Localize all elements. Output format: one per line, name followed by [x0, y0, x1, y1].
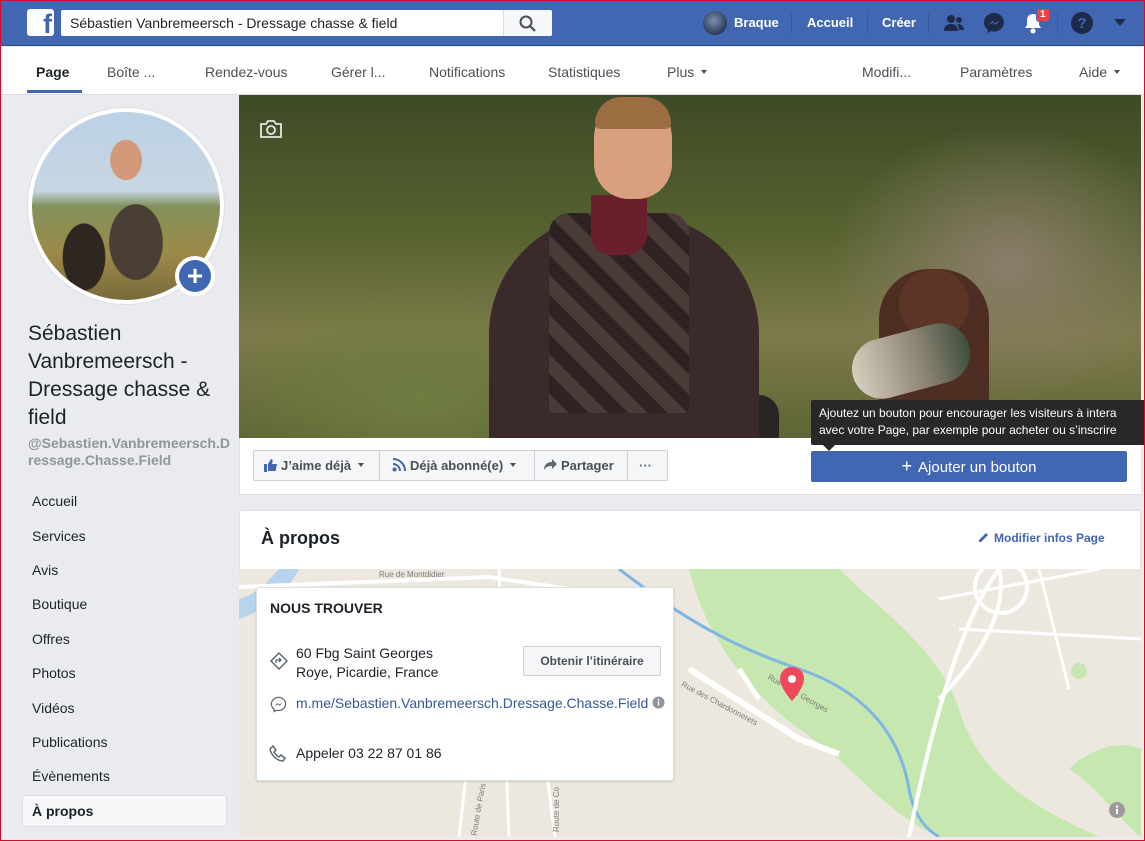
add-button-tooltip: Ajoutez un bouton pour encourager les vi…	[811, 400, 1145, 445]
friend-requests-icon[interactable]	[942, 11, 966, 35]
facebook-logo-icon[interactable]: f	[27, 9, 54, 36]
liked-button[interactable]: J’aime déjà	[264, 451, 365, 480]
create-link[interactable]: Créer	[882, 15, 916, 30]
get-directions-button[interactable]: Obtenir l’itinéraire	[523, 646, 661, 676]
tab-settings[interactable]: Paramètres	[960, 64, 1032, 80]
sidebar-item-reviews[interactable]: Avis	[32, 562, 58, 578]
messenger-link[interactable]: m.me/Sebastien.Vanbremeersch.Dressage.Ch…	[296, 694, 666, 713]
add-button-label: Ajouter un bouton	[918, 459, 1037, 476]
sidebar-item-about[interactable]: À propos	[32, 803, 93, 819]
share-arrow-icon	[544, 459, 557, 470]
search-input[interactable]: Sébastien Vanbremeersch - Dressage chass…	[61, 10, 552, 36]
chevron-down-icon	[510, 463, 517, 467]
map-street-label: Route de Co	[551, 787, 561, 832]
chevron-down-icon	[701, 70, 708, 74]
thumbs-up-icon	[264, 459, 277, 472]
notifications-count-badge: 1	[1036, 8, 1050, 22]
active-tab-indicator	[27, 90, 82, 93]
user-avatar[interactable]	[703, 11, 727, 35]
search-icon	[519, 15, 536, 32]
cover-figure	[591, 195, 647, 255]
phone-icon	[269, 745, 287, 762]
messenger-icon[interactable]	[982, 11, 1006, 35]
tooltip-line: avec votre Page, par exemple pour achete…	[819, 423, 1117, 437]
map-street-label: Rue de Montdidier	[379, 570, 445, 579]
tab-edit-page[interactable]: Modifi...	[862, 64, 911, 80]
sidebar-item-accueil[interactable]: Accueil	[32, 493, 77, 509]
map-info-icon[interactable]	[1108, 801, 1126, 819]
page-title: Sébastien Vanbremeersch - Dressage chass…	[28, 322, 211, 429]
directions-diamond-icon	[270, 652, 288, 670]
messenger-link-text: m.me/Sebastien.Vanbremeersch.Dressage.Ch…	[296, 695, 649, 711]
find-us-title: NOUS TROUVER	[270, 600, 383, 616]
camera-icon[interactable]	[259, 119, 283, 139]
tab-insights[interactable]: Statistiques	[548, 64, 620, 80]
address-line: 60 Fbg Saint Georges	[296, 645, 433, 661]
tab-page[interactable]: Page	[36, 64, 69, 80]
subscribed-button[interactable]: Déjà abonné(e)	[392, 451, 517, 480]
divider	[791, 13, 792, 33]
tab-help-label: Aide	[1079, 64, 1108, 80]
divider	[534, 451, 535, 480]
search-button[interactable]	[503, 10, 552, 36]
address-line: Roye, Picardie, France	[296, 664, 439, 680]
top-navigation-bar: f Sébastien Vanbremeersch - Dressage cha…	[0, 0, 1145, 46]
cover-photo[interactable]	[239, 95, 1141, 438]
messenger-icon	[270, 696, 287, 713]
tab-more[interactable]: Plus	[667, 64, 708, 80]
cover-figure	[595, 97, 671, 129]
page-action-buttons: J’aime déjà Déjà abonné(e) Partager ···	[253, 450, 668, 481]
info-icon[interactable]	[652, 696, 665, 709]
add-button-cta[interactable]: + Ajouter un bouton	[811, 451, 1127, 482]
about-title: À propos	[261, 528, 340, 548]
tab-appointments[interactable]: Rendez-vous	[205, 64, 288, 80]
profile-link[interactable]: Braque	[734, 15, 779, 30]
plus-icon: +	[179, 260, 211, 292]
rss-icon	[392, 458, 406, 472]
liked-label: J’aime déjà	[281, 458, 352, 473]
subscribed-label: Déjà abonné(e)	[410, 458, 504, 473]
search-value: Sébastien Vanbremeersch - Dressage chass…	[70, 15, 398, 31]
help-icon[interactable]: ?	[1070, 11, 1094, 35]
svg-text:?: ?	[1077, 15, 1086, 32]
home-link[interactable]: Accueil	[807, 15, 853, 30]
sidebar-item-services[interactable]: Services	[32, 528, 86, 544]
sidebar-item-offers[interactable]: Offres	[32, 631, 70, 647]
pencil-icon	[979, 533, 988, 542]
sidebar-item-events[interactable]: Évènements	[32, 768, 110, 784]
more-options-button[interactable]: ···	[639, 451, 652, 480]
share-label: Partager	[561, 458, 614, 473]
tab-help[interactable]: Aide	[1079, 64, 1121, 80]
tab-inbox[interactable]: Boîte ...	[107, 64, 155, 80]
call-phone-link[interactable]: Appeler 03 22 87 01 86	[296, 745, 442, 761]
divider	[379, 451, 380, 480]
page-username[interactable]: @Sebastien.Vanbremeersch.Dressage.Chasse…	[28, 435, 233, 469]
account-menu-chevron-down-icon[interactable]	[1113, 18, 1127, 28]
tooltip-line: Ajoutez un bouton pour encourager les vi…	[819, 406, 1117, 420]
sidebar-item-posts[interactable]: Publications	[32, 734, 108, 750]
chevron-down-icon	[358, 463, 365, 467]
divider	[627, 451, 628, 480]
sidebar-item-photos[interactable]: Photos	[32, 665, 76, 681]
divider	[928, 13, 929, 33]
plus-icon: +	[901, 456, 913, 476]
update-profile-picture-button[interactable]: +	[175, 256, 215, 296]
page-admin-tabs: Page Boîte ... Rendez-vous Gérer l... No…	[0, 47, 1145, 95]
edit-page-info-link[interactable]: Modifier infos Page	[978, 531, 1105, 545]
tab-notifications[interactable]: Notifications	[429, 64, 505, 80]
sidebar-item-shop[interactable]: Boutique	[32, 596, 87, 612]
tab-manage[interactable]: Gérer l...	[331, 64, 385, 80]
edit-page-info-label: Modifier infos Page	[994, 531, 1105, 545]
tab-more-label: Plus	[667, 64, 695, 80]
share-button[interactable]: Partager	[544, 451, 614, 480]
divider	[867, 13, 868, 33]
sidebar-item-videos[interactable]: Vidéos	[32, 700, 75, 716]
tooltip-arrow	[823, 445, 835, 451]
chevron-down-icon	[1114, 70, 1121, 74]
divider	[1057, 13, 1058, 33]
map-marker-pin-icon	[780, 667, 804, 701]
